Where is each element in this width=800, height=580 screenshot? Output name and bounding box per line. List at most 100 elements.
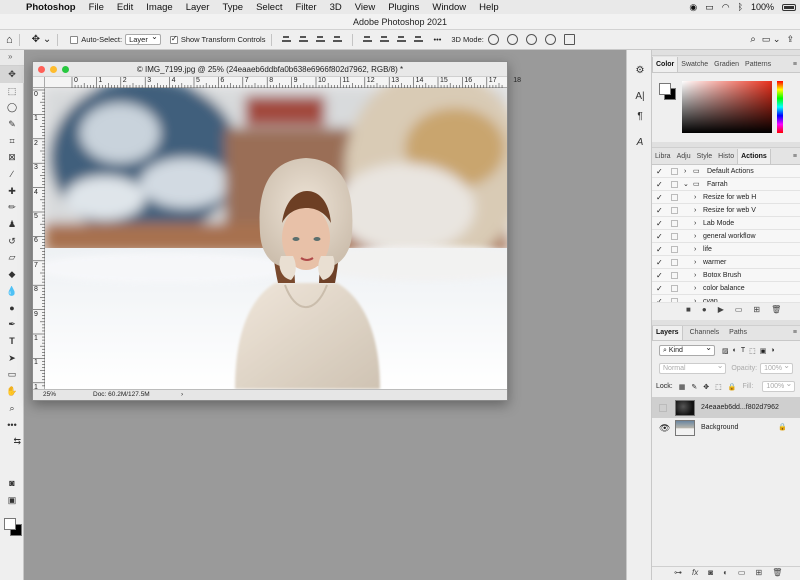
properties-panel-icon[interactable]: ⚙ [627, 60, 653, 80]
dialog-toggle[interactable] [671, 246, 678, 253]
panel-grip[interactable] [652, 50, 800, 56]
toolbar-grip[interactable] [0, 50, 24, 66]
document-title-bar[interactable]: © IMG_7199.jpg @ 25% (24eaaeb6ddbfa0b638… [33, 62, 507, 77]
menu-plugins[interactable]: Plugins [388, 2, 419, 13]
move-tool-icon[interactable]: ✥ [0, 66, 24, 83]
dodge-tool-icon[interactable]: ● [0, 300, 24, 317]
clone-stamp-tool-icon[interactable]: ♟ [0, 216, 24, 233]
filter-type-icon[interactable]: T [741, 347, 745, 354]
menu-select[interactable]: Select [256, 2, 282, 13]
3d-slide-icon[interactable] [544, 34, 556, 45]
tab-history[interactable]: Histo [715, 149, 737, 164]
panel-menu-icon[interactable]: ≡ [790, 149, 800, 164]
check-icon[interactable]: ✓ [656, 282, 663, 295]
type-tool-icon[interactable]: T [0, 333, 24, 350]
horizontal-ruler[interactable]: 0 1 2 3 4 5 6 7 8 9 10 11 12 13 14 15 16 17 18 [45, 77, 521, 88]
bluetooth-icon[interactable]: ᛒ [738, 2, 743, 12]
ruler-origin[interactable] [33, 77, 45, 88]
eraser-tool-icon[interactable]: ▱ [0, 250, 24, 267]
tab-adjustments[interactable]: Adju [674, 149, 694, 164]
3d-orbit-icon[interactable] [487, 34, 499, 45]
filter-kind-dropdown[interactable]: ⌕ Kind [659, 343, 715, 356]
airplay-icon[interactable]: ▭ [705, 2, 714, 13]
align-center-icon[interactable] [298, 35, 309, 44]
check-icon[interactable]: ✓ [656, 230, 663, 243]
menu-edit[interactable]: Edit [117, 2, 133, 13]
swap-colors-icon[interactable]: ⇆ [0, 433, 24, 450]
group-icon[interactable]: ▭ [738, 568, 746, 577]
check-icon[interactable]: ✓ [656, 243, 663, 256]
more-options-icon[interactable]: ••• [433, 35, 441, 44]
3d-roll-icon[interactable] [506, 34, 518, 45]
check-icon[interactable]: ✓ [656, 256, 663, 269]
check-icon[interactable]: ✓ [656, 204, 663, 217]
align-left-icon[interactable] [281, 35, 292, 44]
action-item[interactable]: ✓ › Resize for web H [652, 191, 800, 204]
add-mask-icon[interactable]: ◙ [708, 568, 713, 577]
tab-actions[interactable]: Actions [737, 149, 771, 164]
auto-select-checkbox[interactable]: Auto-Select: [70, 35, 122, 44]
layer-row-selected[interactable]: 24eaaeb6dd...f802d7962 [652, 398, 800, 418]
blur-tool-icon[interactable]: 💧 [0, 283, 24, 300]
move-tool-preset-icon[interactable]: ✥ ⌄ [32, 34, 52, 45]
menu-window[interactable]: Window [432, 2, 466, 13]
share-icon[interactable]: ⇪ [786, 34, 794, 45]
menu-app-name[interactable]: Photoshop [26, 2, 76, 13]
hue-slider[interactable] [777, 81, 783, 133]
action-item[interactable]: ✓ › general workflow [652, 230, 800, 243]
record-icon[interactable]: ● [702, 305, 707, 314]
tab-gradients[interactable]: Gradien [711, 57, 742, 72]
action-item[interactable]: ✓ › Lab Mode [652, 217, 800, 230]
lock-position-icon[interactable]: ✥ [703, 383, 709, 391]
filter-adjustment-icon[interactable]: ◐ [733, 347, 737, 354]
menu-file[interactable]: File [89, 2, 104, 13]
character-panel-icon[interactable]: A| [627, 86, 653, 106]
dialog-toggle[interactable] [671, 298, 678, 302]
rectangle-tool-icon[interactable]: ▭ [0, 366, 24, 383]
expand-arrow-icon[interactable]: › [694, 295, 696, 302]
tab-channels[interactable]: Channels [683, 325, 727, 340]
tab-swatches[interactable]: Swatche [678, 57, 711, 72]
dialog-toggle[interactable] [671, 181, 678, 188]
adjustment-layer-icon[interactable]: ◐ [723, 568, 728, 577]
check-icon[interactable]: ✓ [656, 269, 663, 282]
align-distribute-icon[interactable] [332, 35, 343, 44]
distribute-vertical-icon[interactable] [413, 35, 424, 44]
play-icon[interactable]: ▶ [718, 305, 724, 314]
close-window-icon[interactable] [38, 66, 45, 73]
panel-grip[interactable] [652, 142, 800, 148]
expand-arrow-icon[interactable]: › [694, 269, 696, 282]
screen-mode-icon[interactable]: ▣ [0, 492, 24, 509]
expand-arrow-icon[interactable]: › [694, 217, 696, 230]
check-icon[interactable]: ✓ [656, 165, 663, 178]
new-layer-icon[interactable]: ⊞ [755, 568, 762, 577]
filter-pixel-icon[interactable]: ▨ [722, 347, 729, 355]
tab-patterns[interactable]: Patterns [742, 57, 774, 72]
brush-tool-icon[interactable]: ✏ [0, 200, 24, 217]
glyphs-panel-icon[interactable]: A [627, 132, 653, 152]
panel-menu-icon[interactable]: ≡ [790, 57, 800, 72]
vertical-ruler[interactable]: 0123456789111 [33, 88, 45, 391]
expand-arrow-icon[interactable]: › [694, 191, 696, 204]
action-set-default[interactable]: ✓ › ▭ Default Actions [652, 165, 800, 178]
tab-color[interactable]: Color [652, 57, 679, 72]
dialog-toggle[interactable] [671, 285, 678, 292]
expand-arrow-icon[interactable]: ⌄ [683, 178, 689, 191]
action-item[interactable]: ✓ › cyan [652, 295, 800, 303]
menu-filter[interactable]: Filter [295, 2, 316, 13]
lock-image-icon[interactable]: ✎ [691, 383, 697, 391]
frame-tool-icon[interactable]: ⊠ [0, 149, 24, 166]
action-item[interactable]: ✓ › Resize for web V [652, 204, 800, 217]
lock-all-icon[interactable]: 🔒 [728, 383, 737, 391]
history-brush-tool-icon[interactable]: ↺ [0, 233, 24, 250]
tab-layers[interactable]: Layers [652, 325, 683, 340]
menu-3d[interactable]: 3D [330, 2, 342, 13]
color-picker-field[interactable] [682, 81, 772, 133]
lock-transparent-icon[interactable]: ▦ [679, 383, 686, 391]
link-layers-icon[interactable]: ⊶ [674, 568, 682, 577]
check-icon[interactable]: ✓ [656, 295, 663, 302]
action-item[interactable]: ✓ › warmer [652, 256, 800, 269]
panel-grip[interactable] [652, 320, 800, 326]
menu-type[interactable]: Type [222, 2, 243, 13]
check-icon[interactable]: ✓ [656, 191, 663, 204]
